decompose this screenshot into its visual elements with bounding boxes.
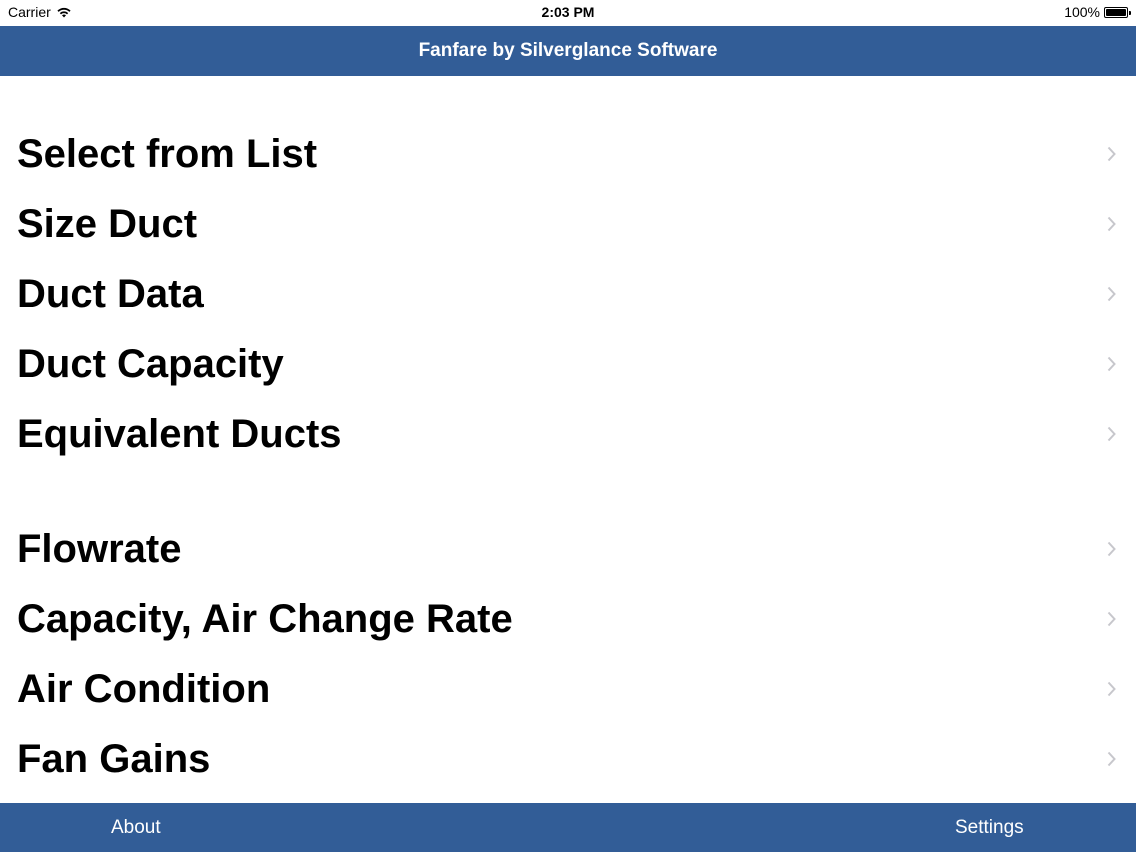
- battery-percent: 100%: [1064, 4, 1100, 20]
- list-item-label: Flowrate: [17, 526, 182, 571]
- chevron-right-icon: [1107, 681, 1116, 697]
- about-button[interactable]: About: [111, 803, 161, 852]
- menu-list: Select from List Size Duct Duct Data Duc…: [0, 76, 1136, 803]
- chevron-right-icon: [1107, 216, 1116, 232]
- chevron-right-icon: [1107, 611, 1116, 627]
- list-item-size-duct[interactable]: Size Duct: [0, 189, 1136, 259]
- list-item-duct-capacity[interactable]: Duct Capacity: [0, 329, 1136, 399]
- list-item-label: Select from List: [17, 131, 318, 176]
- status-time: 2:03 PM: [541, 4, 595, 20]
- settings-button[interactable]: Settings: [955, 803, 1024, 852]
- list-item-label: Fan Gains: [17, 736, 211, 781]
- list-item-label: Duct Capacity: [17, 341, 284, 386]
- navigation-bar: Fanfare by Silverglance Software: [0, 26, 1136, 76]
- app-screen: Carrier 2:03 PM 100% Fanfare by Silvergl…: [0, 0, 1136, 852]
- list-item-air-condition[interactable]: Air Condition: [0, 654, 1136, 724]
- chevron-right-icon: [1107, 356, 1116, 372]
- list-item-label: Air Condition: [17, 666, 271, 711]
- chevron-right-icon: [1107, 541, 1116, 557]
- list-item-capacity-air-change-rate[interactable]: Capacity, Air Change Rate: [0, 584, 1136, 654]
- bottom-toolbar: About Settings: [0, 803, 1136, 852]
- list-item-flowrate[interactable]: Flowrate: [0, 514, 1136, 584]
- list-item-label: Equivalent Ducts: [17, 411, 342, 456]
- status-right: 100%: [1064, 4, 1131, 20]
- list-item-fan-gains[interactable]: Fan Gains: [0, 724, 1136, 794]
- status-bar: Carrier 2:03 PM 100%: [0, 0, 1136, 26]
- chevron-right-icon: [1107, 146, 1116, 162]
- list-item-label: Size Duct: [17, 201, 198, 246]
- chevron-right-icon: [1107, 286, 1116, 302]
- list-item-select-from-list[interactable]: Select from List: [0, 119, 1136, 189]
- chevron-right-icon: [1107, 751, 1116, 767]
- list-item-label: Duct Data: [17, 271, 204, 316]
- nav-title: Fanfare by Silverglance Software: [418, 40, 718, 61]
- list-item-label: Capacity, Air Change Rate: [17, 596, 513, 641]
- battery-icon: [1104, 6, 1131, 18]
- list-item-equivalent-ducts[interactable]: Equivalent Ducts: [0, 399, 1136, 469]
- list-item-duct-data[interactable]: Duct Data: [0, 259, 1136, 329]
- chevron-right-icon: [1107, 426, 1116, 442]
